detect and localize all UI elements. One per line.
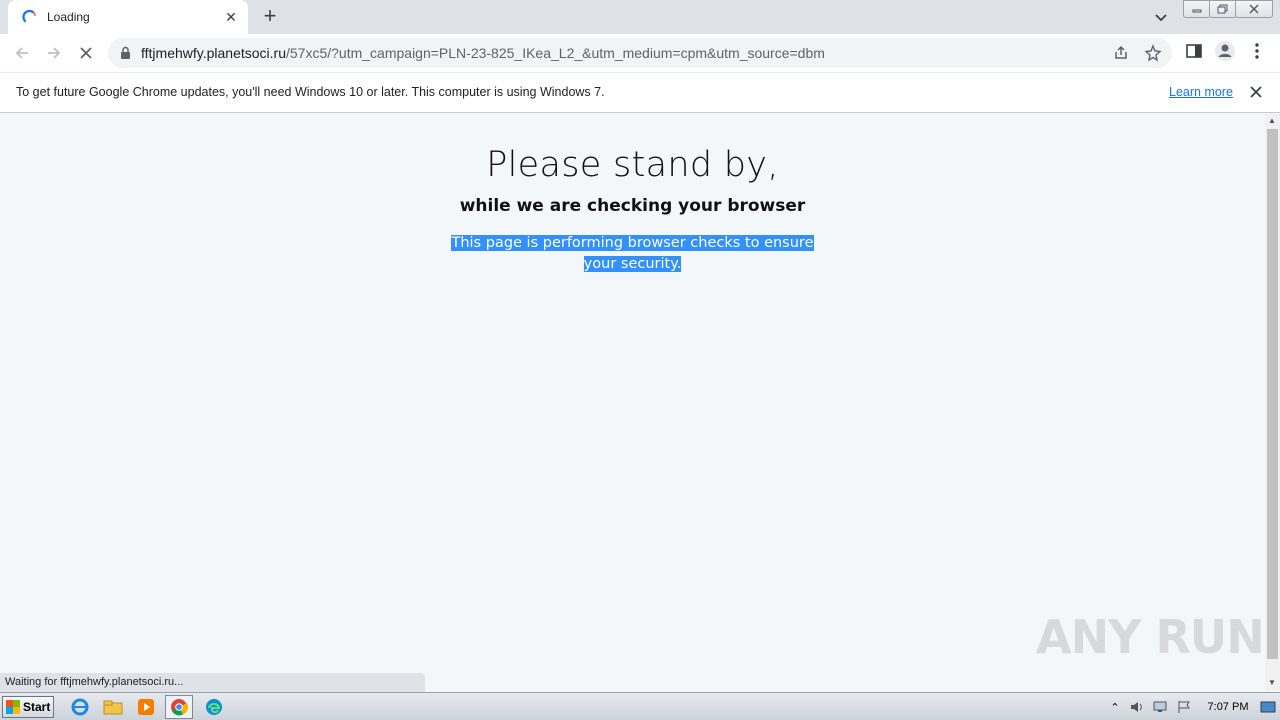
minimize-icon bbox=[1192, 9, 1202, 13]
loading-spinner-icon bbox=[22, 9, 37, 23]
chrome-icon[interactable] bbox=[165, 695, 193, 719]
tab-search-chevron-icon[interactable] bbox=[1150, 6, 1172, 28]
back-button[interactable] bbox=[10, 41, 34, 65]
share-icon[interactable] bbox=[1112, 44, 1130, 62]
restore-icon bbox=[1217, 4, 1228, 14]
stop-button[interactable] bbox=[74, 41, 98, 65]
windows-taskbar: Start ⌃ 7:07 PM bbox=[0, 692, 1280, 720]
close-window-button[interactable] bbox=[1235, 0, 1273, 18]
tab-title: Loading bbox=[47, 10, 90, 24]
bookmark-star-icon[interactable] bbox=[1144, 44, 1162, 62]
selected-text-line2: your security. bbox=[583, 256, 682, 272]
start-button[interactable]: Start bbox=[2, 696, 54, 718]
tray-expand-icon[interactable]: ⌃ bbox=[1108, 695, 1122, 719]
new-tab-button[interactable]: + bbox=[258, 5, 282, 28]
page-subheading: while we are checking your browser bbox=[459, 196, 806, 216]
action-center-flag-icon[interactable] bbox=[1175, 695, 1193, 719]
update-infobar: To get future Google Chrome updates, you… bbox=[0, 72, 1280, 113]
clock[interactable]: 7:07 PM bbox=[1200, 695, 1256, 719]
stop-x-icon bbox=[80, 47, 92, 59]
infobar-close-icon[interactable] bbox=[1248, 84, 1264, 100]
learn-more-link[interactable]: Learn more bbox=[1169, 85, 1233, 99]
url-host: fftjmehwfy.planetsoci.ru bbox=[141, 45, 286, 61]
scroll-down-arrow-icon[interactable]: ▼ bbox=[1268, 678, 1276, 687]
address-bar[interactable]: fftjmehwfy.planetsoci.ru/57xc5/?utm_camp… bbox=[108, 38, 1172, 68]
scrollbar-thumb[interactable] bbox=[1267, 129, 1278, 659]
anyrun-watermark: ANY RUN bbox=[1036, 610, 1265, 664]
forward-button[interactable] bbox=[42, 41, 66, 65]
side-panel-icon[interactable] bbox=[1185, 42, 1203, 60]
forward-arrow-icon bbox=[48, 47, 61, 59]
infobar-message: To get future Google Chrome updates, you… bbox=[16, 85, 605, 99]
restore-button[interactable] bbox=[1209, 0, 1237, 18]
media-player-icon[interactable] bbox=[132, 695, 160, 719]
lock-icon[interactable] bbox=[120, 46, 131, 60]
show-desktop-icon[interactable] bbox=[1258, 695, 1278, 719]
network-icon[interactable] bbox=[1151, 695, 1169, 719]
explorer-icon[interactable] bbox=[99, 695, 127, 719]
profile-avatar-icon[interactable] bbox=[1214, 40, 1236, 62]
url-path: /57xc5/?utm_campaign=PLN-23-825_IKea_L2_… bbox=[286, 45, 825, 61]
tab-close-icon[interactable]: ✕ bbox=[222, 8, 240, 26]
page-heading: Please stand by, bbox=[486, 145, 779, 185]
vertical-scrollbar[interactable]: ▲ ▼ bbox=[1265, 113, 1280, 691]
back-arrow-icon bbox=[15, 47, 28, 59]
selected-text: This page is performing browser checks t… bbox=[0, 233, 1265, 275]
close-window-icon bbox=[1249, 4, 1259, 14]
scroll-up-arrow-icon[interactable]: ▲ bbox=[1268, 116, 1276, 125]
minimize-button[interactable] bbox=[1183, 0, 1211, 18]
url-text[interactable]: fftjmehwfy.planetsoci.ru/57xc5/?utm_camp… bbox=[141, 45, 825, 61]
selected-text-line1: This page is performing browser checks t… bbox=[451, 235, 814, 251]
menu-kebab-icon[interactable] bbox=[1250, 42, 1264, 60]
ie-icon[interactable] bbox=[66, 695, 94, 719]
browser-toolbar: fftjmehwfy.planetsoci.ru/57xc5/?utm_camp… bbox=[0, 34, 1280, 72]
page-content: Please stand by, while we are checking y… bbox=[0, 113, 1265, 691]
status-bubble: Waiting for fftjmehwfy.planetsoci.ru... bbox=[0, 673, 425, 692]
volume-icon[interactable] bbox=[1128, 695, 1146, 719]
windows-flag-icon bbox=[6, 700, 20, 714]
tab-loading[interactable]: Loading ✕ bbox=[8, 0, 248, 34]
start-label: Start bbox=[23, 700, 51, 714]
edge-icon[interactable] bbox=[200, 695, 228, 719]
tab-strip: Loading ✕ + bbox=[0, 0, 1280, 34]
